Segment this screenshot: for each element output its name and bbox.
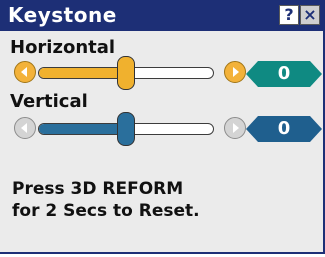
horizontal-value: 0 <box>277 63 291 84</box>
arrow-right-icon <box>233 123 239 133</box>
arrow-left-icon <box>21 123 27 133</box>
vertical-value: 0 <box>277 118 291 139</box>
horizontal-increase-button[interactable] <box>224 61 246 83</box>
arrow-left-icon <box>21 67 27 77</box>
horizontal-slider-thumb[interactable] <box>117 56 135 90</box>
horizontal-decrease-button[interactable] <box>14 61 36 83</box>
vertical-label: Vertical <box>10 91 88 112</box>
close-button[interactable]: × <box>300 5 320 25</box>
horizontal-label: Horizontal <box>10 37 116 58</box>
vertical-decrease-button[interactable] <box>14 117 36 139</box>
dialog-title: Keystone <box>8 3 117 27</box>
vertical-increase-button[interactable] <box>224 117 246 139</box>
arrow-right-icon <box>233 67 239 77</box>
help-button[interactable]: ? <box>279 5 299 25</box>
title-bar: Keystone ? × <box>0 0 323 31</box>
vertical-slider-fill <box>39 124 127 134</box>
vertical-slider-thumb[interactable] <box>117 112 135 146</box>
horizontal-slider-fill <box>39 68 127 78</box>
keystone-dialog: Keystone ? × Horizontal 0 Vertical 0 Pre… <box>0 0 325 254</box>
reset-instructions: Press 3D REFORM for 2 Secs to Reset. <box>12 179 200 221</box>
